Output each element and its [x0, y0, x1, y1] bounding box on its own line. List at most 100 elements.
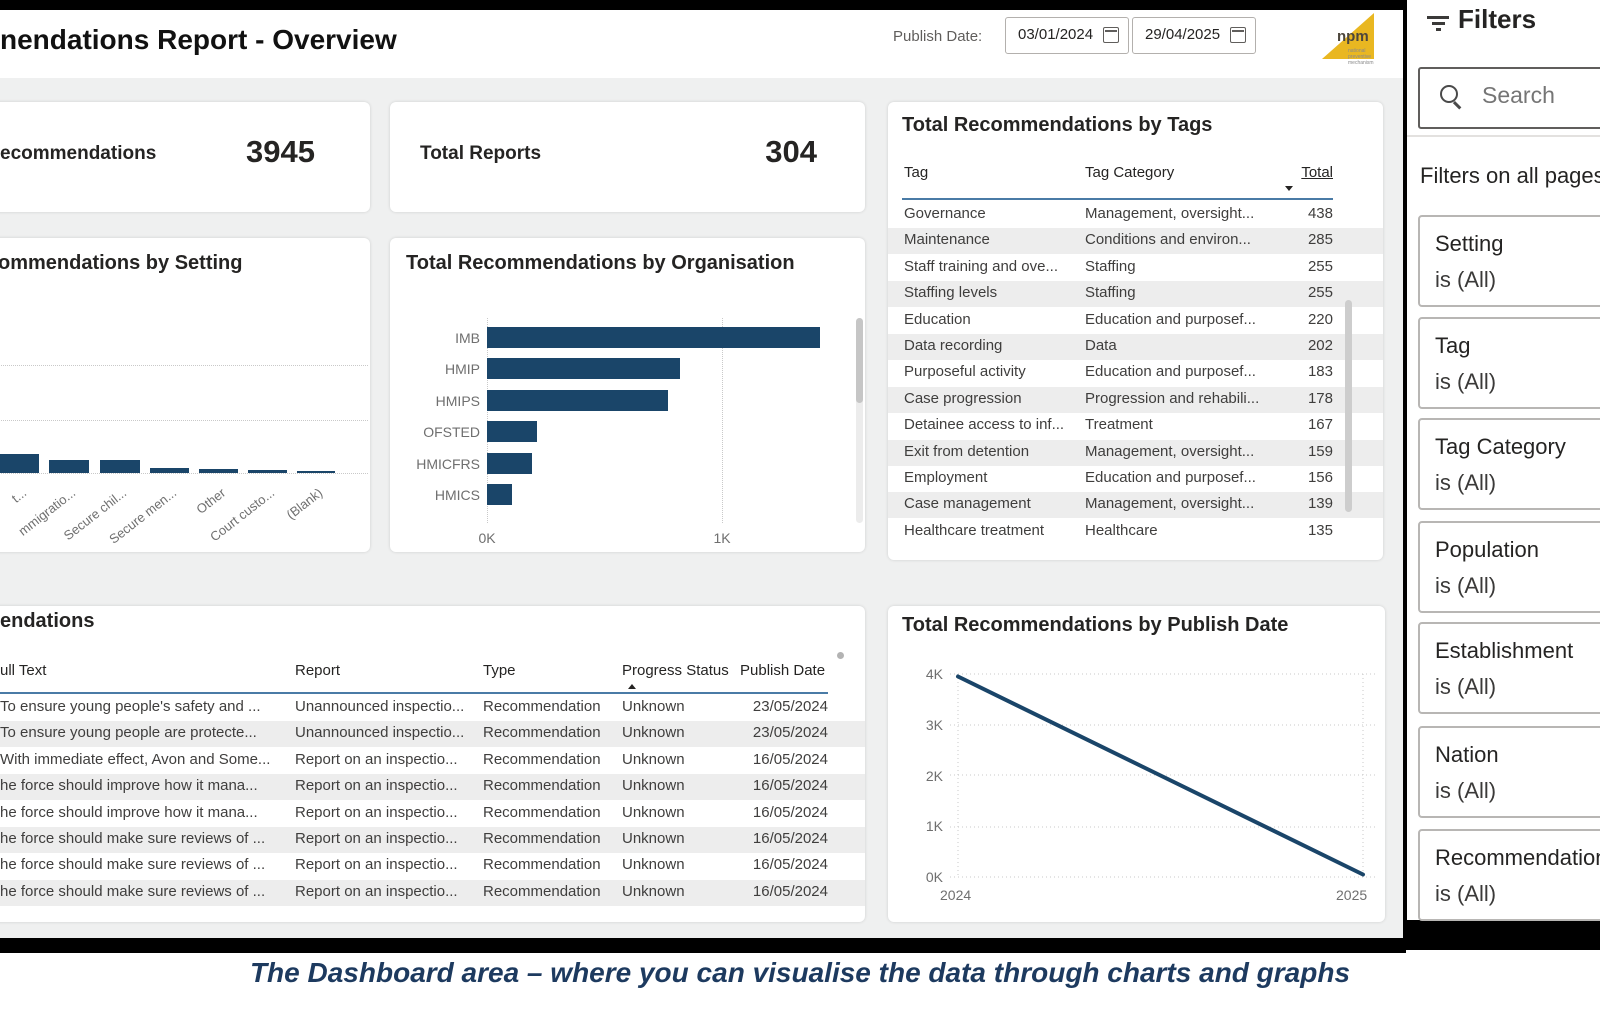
tag-cell: Case progression	[904, 390, 1082, 407]
organisation-bar[interactable]	[487, 421, 537, 442]
setting-bar[interactable]	[199, 469, 238, 473]
calendar-icon[interactable]	[1103, 27, 1119, 43]
filter-value-label: is (All)	[1435, 573, 1496, 599]
setting-bar[interactable]	[0, 454, 39, 473]
setting-bar[interactable]	[248, 470, 287, 473]
filter-card-recommendation-t[interactable]: Recommendation Tis (All)	[1418, 829, 1600, 921]
setting-chart-card: ommendations by Setting t...mmigratio...…	[0, 238, 370, 552]
tags-table-row[interactable]: Case managementManagement, oversight...1…	[888, 492, 1383, 518]
tags-table-row[interactable]: MaintenanceConditions and environ...285	[888, 228, 1383, 254]
publish-date-y-tick: 1K	[906, 818, 943, 834]
full-text-cell: To ensure young people's safety and ...	[0, 698, 288, 715]
tags-table-row[interactable]: EmploymentEducation and purposef...156	[888, 466, 1383, 492]
sort-asc-icon[interactable]	[628, 684, 636, 689]
publish-date-from-input[interactable]: 03/01/2024	[1005, 17, 1129, 54]
organisation-category-label: IMB	[390, 330, 480, 346]
status-cell: Unknown	[622, 777, 730, 794]
recs-col-type[interactable]: Type	[483, 662, 516, 679]
kpi-card-total-reports[interactable]: Total Reports 304	[390, 102, 865, 212]
recommendation-row[interactable]: To ensure young people's safety and ... U…	[0, 695, 865, 721]
full-text-cell: he force should make sure reviews of ...	[0, 883, 288, 900]
filter-card-setting[interactable]: Settingis (All)	[1418, 215, 1600, 307]
tag-total-cell: 255	[1308, 284, 1333, 301]
organisation-bar[interactable]	[487, 390, 668, 411]
organisation-chart-scroll-thumb[interactable]	[856, 318, 863, 403]
table-scroll-dot[interactable]	[837, 652, 844, 659]
report-header: nendations Report - Overview Publish Dat…	[0, 10, 1403, 78]
tags-table-row[interactable]: Case progressionProgression and rehabili…	[888, 387, 1383, 413]
tags-col-total[interactable]: Total	[1301, 164, 1333, 181]
publish-date-cell: 16/05/2024	[753, 751, 828, 768]
recommendation-row[interactable]: he force should make sure reviews of ...…	[0, 827, 865, 853]
tags-table-row[interactable]: Staff training and ove...Staffing255	[888, 255, 1383, 281]
tags-table-row[interactable]: Purposeful activityEducation and purpose…	[888, 360, 1383, 386]
organisation-bar[interactable]	[487, 327, 820, 348]
tag-total-cell: 139	[1308, 495, 1333, 512]
recommendations-table-body: To ensure young people's safety and ... U…	[0, 695, 865, 909]
full-text-cell: To ensure young people are protecte...	[0, 724, 288, 741]
setting-bar[interactable]	[100, 460, 140, 473]
npm-logo-text: npm	[1337, 28, 1369, 45]
tag-category-cell: Treatment	[1085, 416, 1280, 433]
tags-table-scrollbar[interactable]	[1345, 300, 1352, 512]
filter-card-establishment[interactable]: Establishmentis (All)	[1418, 622, 1600, 714]
tag-cell: Education	[904, 311, 1082, 328]
report-cell: Report on an inspectio...	[295, 777, 477, 794]
tag-category-cell: Staffing	[1085, 258, 1280, 275]
tags-table-row[interactable]: Exit from detentionManagement, oversight…	[888, 440, 1383, 466]
organisation-bar[interactable]	[487, 358, 680, 379]
organisation-chart-scroll-track[interactable]	[856, 318, 863, 523]
tags-col-tag[interactable]: Tag	[904, 164, 928, 181]
organisation-bar[interactable]	[487, 453, 532, 474]
recs-col-report[interactable]: Report	[295, 662, 340, 679]
report-cell: Report on an inspectio...	[295, 804, 477, 821]
filter-field-label: Tag	[1435, 333, 1470, 359]
recs-col-full-text[interactable]: ull Text	[0, 662, 46, 679]
tags-table-row[interactable]: Healthcare treatmentHealthcare135	[888, 519, 1383, 545]
tag-category-cell: Healthcare	[1085, 522, 1280, 539]
tag-cell: Maintenance	[904, 231, 1082, 248]
publish-date-cell: 23/05/2024	[753, 724, 828, 741]
setting-bar[interactable]	[150, 468, 189, 473]
recs-col-date[interactable]: Publish Date	[740, 662, 825, 679]
recommendation-row[interactable]: he force should make sure reviews of ...…	[0, 880, 865, 906]
tags-table-row[interactable]: Staffing levelsStaffing255	[888, 281, 1383, 307]
filter-value-label: is (All)	[1435, 267, 1496, 293]
filter-card-tag[interactable]: Tagis (All)	[1418, 317, 1600, 409]
publish-date-cell: 16/05/2024	[753, 883, 828, 900]
organisation-bar[interactable]	[487, 484, 512, 505]
filter-field-label: Nation	[1435, 742, 1499, 768]
recommendation-row[interactable]: he force should make sure reviews of ...…	[0, 853, 865, 879]
tag-category-cell: Education and purposef...	[1085, 469, 1280, 486]
status-cell: Unknown	[622, 804, 730, 821]
status-cell: Unknown	[622, 698, 730, 715]
tag-cell: Detainee access to inf...	[904, 416, 1082, 433]
recommendation-row[interactable]: he force should improve how it mana...Re…	[0, 801, 865, 827]
filter-card-nation[interactable]: Nationis (All)	[1418, 726, 1600, 818]
publish-date-to-input[interactable]: 29/04/2025	[1132, 17, 1256, 54]
tags-table-row[interactable]: GovernanceManagement, oversight...438	[888, 202, 1383, 228]
filter-cards-container: Settingis (All)Tagis (All)Tag Categoryis…	[1407, 0, 1600, 920]
tags-table-row[interactable]: Detainee access to inf...Treatment167	[888, 413, 1383, 439]
report-cell: Report on an inspectio...	[295, 856, 477, 873]
recommendation-row[interactable]: To ensure young people are protecte...Un…	[0, 721, 865, 747]
setting-bar[interactable]	[49, 460, 89, 473]
recommendation-row[interactable]: With immediate effect, Avon and Some...R…	[0, 748, 865, 774]
filter-card-tag-category[interactable]: Tag Categoryis (All)	[1418, 418, 1600, 510]
tags-table-row[interactable]: Data recordingData202	[888, 334, 1383, 360]
publish-date-cell: 16/05/2024	[753, 777, 828, 794]
publish-date-from-value: 03/01/2024	[1018, 26, 1093, 43]
filter-value-label: is (All)	[1435, 674, 1496, 700]
recommendation-row[interactable]: he force should improve how it mana...Re…	[0, 774, 865, 800]
recs-col-status[interactable]: Progress Status	[622, 662, 729, 679]
publish-date-y-tick: 2K	[906, 768, 943, 784]
kpi-card-total-recommendations[interactable]: ecommendations 3945	[0, 102, 370, 212]
setting-bar[interactable]	[297, 471, 335, 473]
tags-table-row[interactable]: EducationEducation and purposef...220	[888, 308, 1383, 334]
kpi-recommendations-label: ecommendations	[0, 143, 156, 165]
tags-header-underline	[902, 198, 1333, 200]
filter-card-population[interactable]: Populationis (All)	[1418, 521, 1600, 613]
sort-desc-icon[interactable]	[1285, 186, 1293, 191]
tags-col-category[interactable]: Tag Category	[1085, 164, 1174, 181]
calendar-icon[interactable]	[1230, 27, 1246, 43]
